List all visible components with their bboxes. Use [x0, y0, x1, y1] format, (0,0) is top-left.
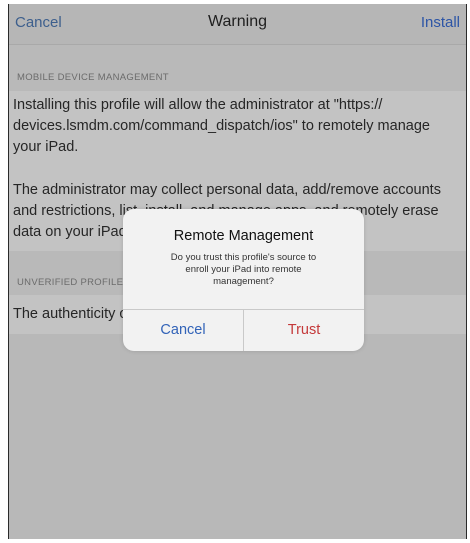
profile-install-screen: Cancel Warning Install MOBILE DEVICE MAN… — [8, 4, 467, 539]
alert-trust-button[interactable]: Trust — [244, 310, 364, 351]
paragraph-line: your iPad. — [13, 139, 79, 155]
unverified-section-header: UNVERIFIED PROFILE — [17, 277, 124, 288]
paragraph-line: Installing this profile will allow the a… — [13, 97, 383, 113]
navigation-bar: Cancel Warning Install — [9, 4, 466, 45]
mdm-section-header: MOBILE DEVICE MANAGEMENT — [17, 72, 169, 83]
alert-title: Remote Management — [173, 228, 314, 244]
mdm-paragraph-install: Installing this profile will allow the a… — [13, 95, 461, 158]
nav-install-button[interactable]: Install — [421, 14, 460, 31]
alert-message-line: management? — [213, 276, 274, 287]
remote-management-alert: Remote Management Do you trust this prof… — [123, 209, 364, 351]
paragraph-line: The administrator may collect personal d… — [13, 182, 441, 198]
paragraph-line: devices.lsmdm.com/command_dispatch/ios" … — [13, 118, 430, 134]
alert-message: Do you trust this profile's source to en… — [133, 252, 354, 288]
nav-title: Warning — [208, 13, 267, 30]
alert-message-line: Do you trust this profile's source to — [170, 252, 317, 263]
alert-cancel-button[interactable]: Cancel — [123, 310, 243, 351]
empty-sheet-area — [9, 334, 466, 539]
alert-message-line: enroll your iPad into remote — [185, 264, 302, 275]
